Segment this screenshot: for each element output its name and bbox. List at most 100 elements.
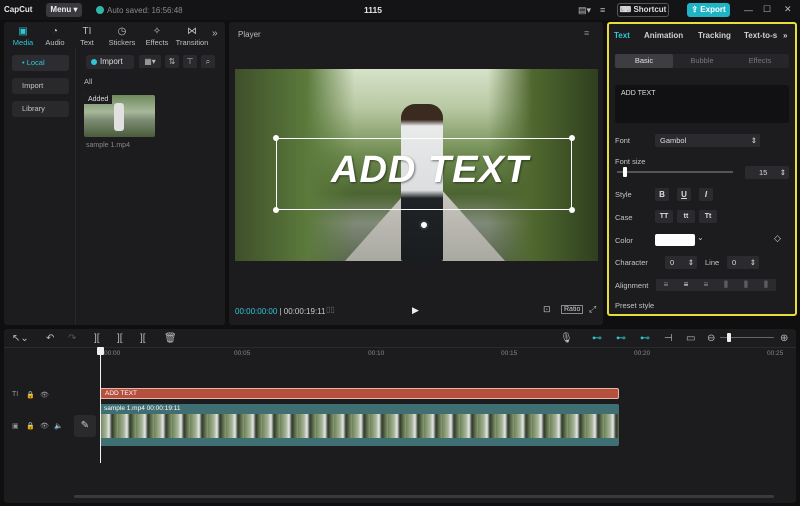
sidebar-item-library[interactable]: Library [12, 101, 69, 117]
preview-axis-icon[interactable]: ⊣ [664, 333, 673, 344]
minimize-icon[interactable]: — [744, 5, 753, 15]
crop-icon[interactable]: ⊡ [543, 304, 551, 315]
case-lower-button[interactable]: tt [677, 210, 695, 223]
tab-tracking[interactable]: Tracking [698, 31, 731, 40]
project-title[interactable]: 1115 [364, 5, 382, 15]
video-clip[interactable]: sample 1.mp4 00:00:19:11 [100, 404, 619, 446]
align-left-icon[interactable]: ≡ [656, 279, 676, 291]
video-preview[interactable]: ADD TEXT [235, 69, 598, 261]
text-selection-box[interactable] [273, 135, 575, 213]
properties-panel: Text Animation Tracking Text-to-s » Basi… [607, 22, 797, 316]
main-track-magnet-icon[interactable]: ⊷ [592, 333, 602, 344]
resize-handle[interactable] [569, 207, 575, 213]
case-upper-button[interactable]: TT [655, 210, 673, 223]
filter-icon[interactable]: ⊤ [183, 55, 197, 68]
view-mode-icon[interactable]: ▦▾ [139, 55, 161, 68]
lock-icon[interactable]: 🔒 [26, 422, 35, 430]
align-middle-icon[interactable]: ⫼ [736, 279, 756, 291]
subtab-bubble[interactable]: Bubble [673, 54, 731, 68]
split-icon[interactable]: ][ [94, 333, 100, 344]
tab-text-to-speech[interactable]: Text-to-s [744, 31, 777, 40]
layout-icon[interactable]: ▤▾ [578, 5, 591, 16]
line-spacing-input[interactable]: 0 ⇕ [727, 256, 759, 269]
timeline-scrollbar[interactable] [74, 495, 774, 498]
playhead[interactable] [100, 349, 101, 463]
import-button[interactable]: Import [86, 55, 134, 69]
zoom-in-icon[interactable]: ⊕ [780, 333, 788, 344]
alignment-group: ≡ ≡ ≡ ⫼ ⫼ ⫼ [656, 279, 776, 291]
split-right-icon[interactable]: ][ [140, 333, 146, 344]
tab-animation[interactable]: Animation [644, 31, 683, 40]
text-clip[interactable]: ADD TEXT [100, 388, 619, 399]
maximize-icon[interactable]: ☐ [763, 4, 771, 15]
top-bar: CapCut Menu ▾ Auto saved: 16:56:48 1115 … [0, 0, 800, 20]
thumbnail-figure [114, 103, 124, 131]
resize-handle[interactable] [273, 135, 279, 141]
tool-text[interactable]: TI Text [76, 26, 98, 47]
undo-icon[interactable]: ↶ [46, 333, 54, 344]
sidebar-item-local[interactable]: • Local [12, 55, 69, 71]
tool-effects[interactable]: ✧ Effects [142, 26, 172, 47]
tab-text[interactable]: Text [614, 31, 630, 40]
character-spacing-input[interactable]: 0 ⇕ [665, 256, 697, 269]
media-thumbnail[interactable]: Added [84, 95, 155, 137]
microphone-icon[interactable]: 🎙 [560, 333, 573, 344]
auto-snap-icon[interactable]: ⊷ [616, 333, 626, 344]
frame-icon[interactable]: ▯▯ [326, 305, 335, 314]
keyframe-icon[interactable]: ◇ [774, 233, 781, 244]
align-center-icon[interactable]: ≡ [676, 279, 696, 291]
font-select[interactable]: Gambol ⇕ [655, 134, 760, 147]
sort-icon[interactable]: ⇅ [165, 55, 179, 68]
close-icon[interactable]: ✕ [784, 4, 792, 15]
export-button[interactable]: ⇪ Export [687, 3, 730, 17]
tool-stickers[interactable]: ◷ Stickers [106, 26, 138, 47]
more-icon[interactable]: ≡ [600, 5, 605, 15]
tool-media[interactable]: ▣ Media [10, 26, 36, 47]
italic-button[interactable]: I [699, 188, 713, 201]
shortcut-button[interactable]: ⌨ Shortcut [617, 3, 669, 17]
rotate-handle-icon[interactable] [419, 220, 429, 230]
player-menu-icon[interactable]: ≡ [584, 28, 589, 38]
select-tool-icon[interactable]: ↖⌄ [12, 333, 29, 344]
cover-edit-icon[interactable]: ✎ [74, 415, 96, 437]
fullscreen-icon[interactable]: ⤢ [589, 304, 596, 315]
mute-icon[interactable]: 🔈 [54, 422, 63, 430]
timeline-divider [4, 347, 796, 348]
bold-button[interactable]: B [655, 188, 669, 201]
zoom-slider-knob[interactable] [727, 333, 731, 342]
eye-icon[interactable]: 👁 [40, 391, 49, 399]
resize-handle[interactable] [569, 135, 575, 141]
lock-icon[interactable]: 🔒 [26, 391, 35, 399]
delete-icon[interactable]: 🗑 [164, 333, 177, 344]
eye-icon[interactable]: 👁 [40, 422, 49, 430]
menu-button[interactable]: Menu ▾ [46, 3, 82, 17]
sidebar-item-import[interactable]: Import [12, 78, 69, 94]
chevron-down-icon[interactable]: ⌄ [697, 233, 704, 242]
split-left-icon[interactable]: ][ [117, 333, 123, 344]
linkage-icon[interactable]: ⊷ [640, 333, 650, 344]
zoom-out-icon[interactable]: ⊖ [707, 333, 715, 344]
redo-icon[interactable]: ↷ [68, 333, 76, 344]
align-right-icon[interactable]: ≡ [696, 279, 716, 291]
subtab-basic[interactable]: Basic [615, 54, 673, 68]
expand-tools-icon[interactable]: » [212, 28, 218, 39]
text-track-icon: TI [12, 391, 19, 398]
align-bottom-icon[interactable]: ⫼ [756, 279, 776, 291]
text-input[interactable]: ADD TEXT [615, 85, 789, 123]
case-title-button[interactable]: Tt [699, 210, 717, 223]
font-size-slider-knob[interactable] [622, 167, 627, 177]
tool-audio[interactable]: ◔ Audio [42, 26, 68, 47]
play-icon[interactable]: ▶ [412, 305, 419, 316]
expand-tabs-icon[interactable]: » [783, 31, 787, 40]
align-top-icon[interactable]: ⫼ [716, 279, 736, 291]
subtitle-icon[interactable]: ▭ [686, 333, 695, 344]
font-size-input[interactable]: 15 ⇕ [745, 166, 789, 179]
tool-transition[interactable]: ⋈ Transition [174, 26, 210, 47]
color-swatch[interactable] [655, 234, 695, 246]
ratio-button[interactable]: Ratio [561, 305, 584, 314]
search-icon[interactable]: ⌕ [201, 55, 215, 68]
font-size-slider[interactable] [617, 171, 733, 173]
subtab-effects[interactable]: Effects [731, 54, 789, 68]
resize-handle[interactable] [273, 207, 279, 213]
underline-button[interactable]: U [677, 188, 691, 201]
